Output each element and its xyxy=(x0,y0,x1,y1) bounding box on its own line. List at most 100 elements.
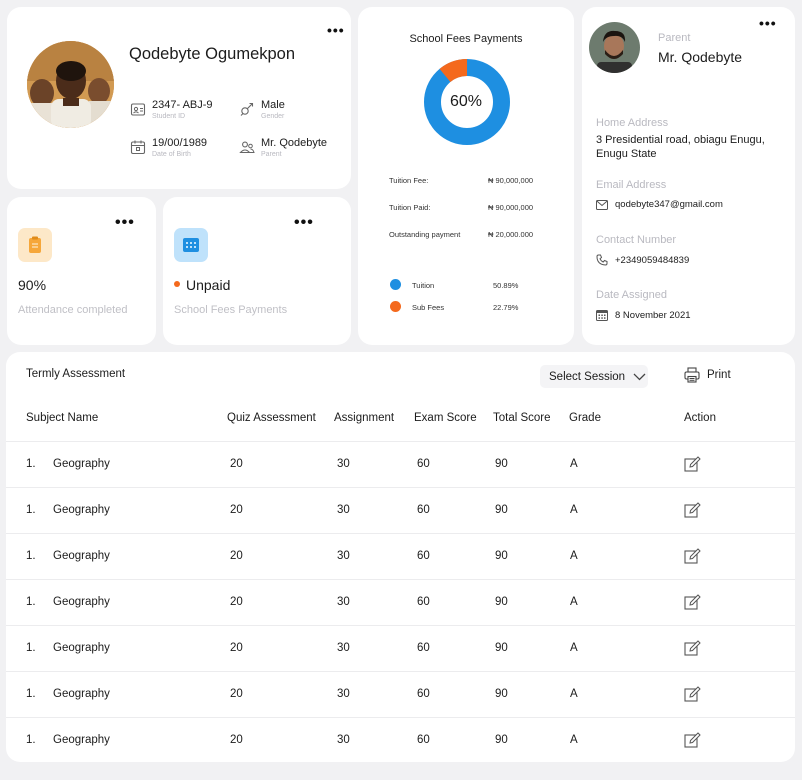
subject-name: Geography xyxy=(53,504,110,516)
table-row: 1. Geography 20 30 60 90 A xyxy=(6,487,795,533)
tuition-paid-label: Tuition Paid: xyxy=(389,203,431,212)
header-exam: Exam Score xyxy=(414,412,477,424)
grade: A xyxy=(570,596,578,608)
edit-button[interactable] xyxy=(684,594,701,611)
contact-row: +2349059484839 xyxy=(596,254,689,266)
student-id-value: 2347- ABJ-9 xyxy=(152,99,213,111)
student-avatar xyxy=(27,41,114,128)
edit-button[interactable] xyxy=(684,456,701,473)
exam-score: 60 xyxy=(417,642,430,654)
table-title: Termly Assessment xyxy=(26,368,126,380)
quiz-score: 20 xyxy=(230,550,243,562)
assignment-score: 30 xyxy=(337,550,350,562)
contact-value: +2349059484839 xyxy=(615,254,690,266)
grade: A xyxy=(570,688,578,700)
attendance-menu-button[interactable]: ••• xyxy=(115,215,135,231)
id-card-icon xyxy=(130,103,146,116)
total-score: 90 xyxy=(495,550,508,562)
session-select-label: Select Session xyxy=(549,370,626,383)
quiz-score: 20 xyxy=(230,688,243,700)
clipboard-icon xyxy=(29,236,41,253)
edit-icon xyxy=(684,732,701,748)
session-select[interactable]: Select Session xyxy=(540,365,648,388)
email-value: qodebyte347@gmail.com xyxy=(615,199,723,210)
dob-label: Date of Birth xyxy=(152,151,191,158)
table-row: 1. Geography 20 30 60 90 A xyxy=(6,579,795,625)
calendar-icon xyxy=(596,310,608,321)
email-row: qodebyte347@gmail.com xyxy=(596,199,723,210)
dob-value: 19/00/1989 xyxy=(152,137,208,149)
mail-icon xyxy=(596,199,608,210)
exam-score: 60 xyxy=(417,550,430,562)
header-assignment: Assignment xyxy=(334,412,395,424)
parent-menu-button[interactable]: ••• xyxy=(759,16,777,30)
tuition-fee-label: Tuition Fee: xyxy=(389,176,429,185)
header-quiz: Quiz Assessment xyxy=(227,412,316,424)
row-number: 1. xyxy=(26,642,36,654)
parent-role-label: Parent xyxy=(658,32,691,44)
subject-name: Geography xyxy=(53,458,110,470)
subject-name: Geography xyxy=(53,734,110,746)
total-score: 90 xyxy=(495,734,508,746)
assignment-score: 30 xyxy=(337,504,350,516)
quiz-score: 20 xyxy=(230,504,243,516)
parent-name: Mr. Qodebyte xyxy=(658,49,743,65)
dob-info: 19/00/1989 Date of Birth xyxy=(130,137,207,160)
table-row: 1. Geography 20 30 60 90 A xyxy=(6,625,795,671)
exam-score: 60 xyxy=(417,734,430,746)
assignment-score: 30 xyxy=(337,458,350,470)
subject-name: Geography xyxy=(53,642,110,654)
edit-button[interactable] xyxy=(684,686,701,703)
quiz-score: 20 xyxy=(230,596,243,608)
student-id-label: Student ID xyxy=(152,113,186,120)
table-row: 1. Geography 20 30 60 90 A xyxy=(6,671,795,717)
table-row: 1. Geography 20 30 60 90 A xyxy=(6,717,795,763)
header-total: Total Score xyxy=(493,412,551,424)
assignment-score: 30 xyxy=(337,596,350,608)
legend-sub-fees-value: 22.79% xyxy=(493,303,519,312)
grade: A xyxy=(570,734,578,746)
subject-name: Geography xyxy=(53,550,110,562)
total-score: 90 xyxy=(495,596,508,608)
edit-button[interactable] xyxy=(684,732,701,749)
header-action: Action xyxy=(684,412,716,424)
edit-icon xyxy=(684,502,701,518)
profile-menu-button[interactable]: ••• xyxy=(327,23,345,37)
edit-button[interactable] xyxy=(684,640,701,657)
legend-tuition-value: 50.89% xyxy=(493,281,519,290)
attendance-label: Attendance completed xyxy=(18,304,128,316)
date-assigned-value: 8 November 2021 xyxy=(615,309,691,321)
fees-status-icon-badge xyxy=(174,228,208,262)
parent-value: Mr. Qodebyte xyxy=(261,137,328,149)
gender-info: Male Gender xyxy=(239,99,285,122)
legend-tuition-dot xyxy=(390,279,401,290)
exam-score: 60 xyxy=(417,458,430,470)
total-score: 90 xyxy=(495,504,508,516)
fees-status-card: ••• Unpaid School Fees Payments xyxy=(163,197,351,345)
edit-button[interactable] xyxy=(684,548,701,565)
edit-icon xyxy=(684,548,701,564)
grade: A xyxy=(570,504,578,516)
print-button[interactable]: Print xyxy=(684,367,731,383)
attendance-value: 90% xyxy=(18,277,47,293)
legend-sub-fees-dot xyxy=(390,301,401,312)
fees-title: School Fees Payments xyxy=(409,33,523,45)
parent-card: ••• Parent Mr. Qodebyte Home Address 3 P… xyxy=(582,7,795,345)
quiz-score: 20 xyxy=(230,642,243,654)
assignment-score: 30 xyxy=(337,642,350,654)
table-row: 1. Geography 20 30 60 90 A xyxy=(6,533,795,579)
exam-score: 60 xyxy=(417,596,430,608)
edit-icon xyxy=(684,456,701,472)
edit-icon xyxy=(684,594,701,610)
calendar-icon xyxy=(130,140,146,155)
fees-status-menu-button[interactable]: ••• xyxy=(294,215,314,231)
parent-users-icon xyxy=(239,141,255,154)
school-fees-card: School Fees Payments 60% Tuition Fee: ₦ … xyxy=(358,7,574,345)
edit-button[interactable] xyxy=(684,502,701,519)
row-number: 1. xyxy=(26,688,36,700)
grade: A xyxy=(570,642,578,654)
row-number: 1. xyxy=(26,550,36,562)
row-number: 1. xyxy=(26,596,36,608)
exam-score: 60 xyxy=(417,688,430,700)
termly-assessment-card: Termly Assessment Select Session Print S… xyxy=(6,352,795,762)
